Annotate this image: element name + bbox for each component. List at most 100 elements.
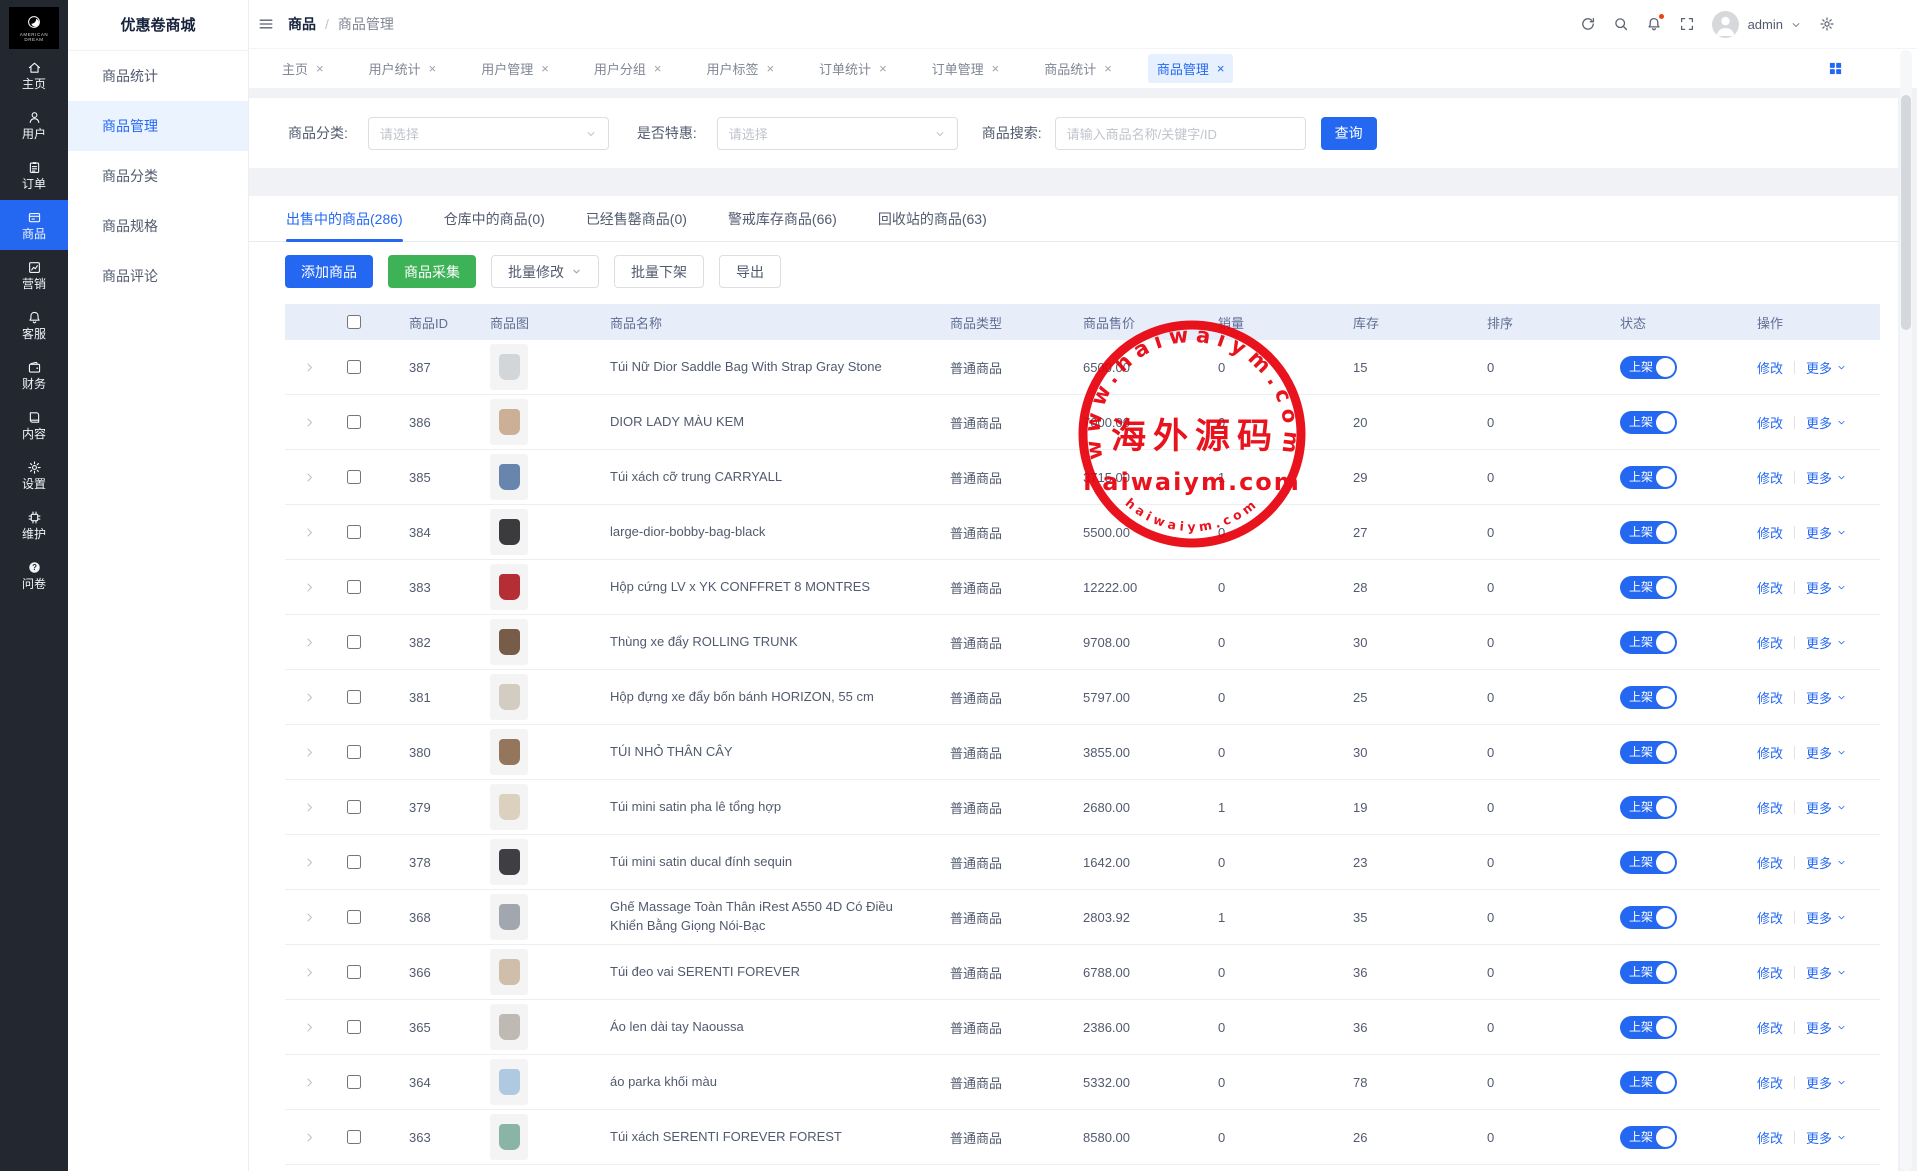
product-thumbnail[interactable] [490,399,528,445]
row-checkbox[interactable] [347,415,361,429]
scrollbar[interactable] [1900,50,1912,1171]
edit-link[interactable]: 修改 [1757,688,1783,707]
row-expand-chevron-right-icon[interactable] [303,856,316,869]
status-toggle[interactable]: 上架 [1620,356,1677,379]
rail-item-products[interactable]: 商品 [0,200,68,250]
add-product-button[interactable]: 添加商品 [285,255,373,288]
product-thumbnail[interactable] [490,619,528,665]
product-thumbnail[interactable] [490,1059,528,1105]
rail-item-home[interactable]: 主页 [0,50,68,100]
status-tab-1[interactable]: 出售中的商品(286) [286,196,403,241]
tab-4[interactable]: 用户分组× [585,54,671,83]
status-toggle[interactable]: 上架 [1620,631,1677,654]
more-link[interactable]: 更多 [1806,798,1847,817]
product-thumbnail[interactable] [490,344,528,390]
more-link[interactable]: 更多 [1806,688,1847,707]
edit-link[interactable]: 修改 [1757,1128,1783,1147]
more-link[interactable]: 更多 [1806,908,1847,927]
status-tab-5[interactable]: 回收站的商品(63) [878,196,987,241]
gear-icon[interactable] [1819,16,1835,32]
edit-link[interactable]: 修改 [1757,743,1783,762]
more-link[interactable]: 更多 [1806,578,1847,597]
more-link[interactable]: 更多 [1806,358,1847,377]
status-toggle[interactable]: 上架 [1620,1126,1677,1149]
tab-2[interactable]: 用户统计× [360,54,446,83]
tab-close-icon[interactable]: × [429,62,437,75]
product-thumbnail[interactable] [490,564,528,610]
edit-link[interactable]: 修改 [1757,798,1783,817]
product-thumbnail[interactable] [490,894,528,940]
more-link[interactable]: 更多 [1806,853,1847,872]
sidebar-item-product-category[interactable]: 商品分类 [68,151,248,201]
product-thumbnail[interactable] [490,949,528,995]
product-thumbnail[interactable] [490,674,528,720]
status-toggle[interactable]: 上架 [1620,576,1677,599]
user-avatar[interactable] [1712,11,1739,38]
rail-item-marketing[interactable]: 营销 [0,250,68,300]
row-checkbox[interactable] [347,1130,361,1144]
edit-link[interactable]: 修改 [1757,908,1783,927]
export-button[interactable]: 导出 [719,255,781,288]
username[interactable]: admin [1748,17,1783,32]
edit-link[interactable]: 修改 [1757,413,1783,432]
edit-link[interactable]: 修改 [1757,578,1783,597]
product-thumbnail[interactable] [490,1114,528,1160]
sidebar-item-product-stats[interactable]: 商品统计 [68,51,248,101]
tab-9[interactable]: 商品管理× [1148,54,1234,83]
row-expand-chevron-right-icon[interactable] [303,1021,316,1034]
edit-link[interactable]: 修改 [1757,468,1783,487]
tab-close-icon[interactable]: × [766,62,774,75]
tab-7[interactable]: 订单管理× [923,54,1009,83]
tab-3[interactable]: 用户管理× [472,54,558,83]
tab-close-icon[interactable]: × [541,62,549,75]
tab-close-icon[interactable]: × [879,62,887,75]
tab-close-icon[interactable]: × [316,62,324,75]
rail-item-settings[interactable]: 设置 [0,450,68,500]
sidebar-item-product-manage[interactable]: 商品管理 [68,101,248,151]
collapse-sidebar-icon[interactable] [258,16,274,32]
brand-logo[interactable]: AMERICAN DREAM [9,7,59,49]
sidebar-item-product-comments[interactable]: 商品评论 [68,251,248,301]
row-expand-chevron-right-icon[interactable] [303,691,316,704]
row-checkbox[interactable] [347,910,361,924]
row-expand-chevron-right-icon[interactable] [303,1076,316,1089]
rail-item-maintenance[interactable]: 维护 [0,500,68,550]
status-toggle[interactable]: 上架 [1620,686,1677,709]
more-link[interactable]: 更多 [1806,413,1847,432]
collect-product-button[interactable]: 商品采集 [388,255,476,288]
more-link[interactable]: 更多 [1806,633,1847,652]
row-expand-chevron-right-icon[interactable] [303,636,316,649]
status-toggle[interactable]: 上架 [1620,1071,1677,1094]
tab-close-icon[interactable]: × [654,62,662,75]
special-select[interactable]: 请选择 [717,117,958,150]
status-toggle[interactable]: 上架 [1620,741,1677,764]
row-checkbox[interactable] [347,965,361,979]
refresh-icon[interactable] [1580,16,1596,32]
rail-item-orders[interactable]: 订单 [0,150,68,200]
status-toggle[interactable]: 上架 [1620,851,1677,874]
more-link[interactable]: 更多 [1806,468,1847,487]
edit-link[interactable]: 修改 [1757,853,1783,872]
edit-link[interactable]: 修改 [1757,633,1783,652]
more-link[interactable]: 更多 [1806,963,1847,982]
product-thumbnail[interactable] [490,1004,528,1050]
status-tab-2[interactable]: 仓库中的商品(0) [444,196,545,241]
status-tab-3[interactable]: 已经售罄商品(0) [586,196,687,241]
notifications-bell-icon[interactable] [1646,16,1662,32]
tab-close-icon[interactable]: × [1217,62,1225,75]
tab-6[interactable]: 订单统计× [810,54,896,83]
row-checkbox[interactable] [347,580,361,594]
status-toggle[interactable]: 上架 [1620,466,1677,489]
edit-link[interactable]: 修改 [1757,358,1783,377]
more-link[interactable]: 更多 [1806,1073,1847,1092]
status-toggle[interactable]: 上架 [1620,796,1677,819]
row-checkbox[interactable] [347,1075,361,1089]
sidebar-item-product-spec[interactable]: 商品规格 [68,201,248,251]
row-checkbox[interactable] [347,1020,361,1034]
rail-item-service[interactable]: 客服 [0,300,68,350]
status-tab-4[interactable]: 警戒库存商品(66) [728,196,837,241]
row-expand-chevron-right-icon[interactable] [303,471,316,484]
tab-8[interactable]: 商品统计× [1035,54,1121,83]
status-toggle[interactable]: 上架 [1620,906,1677,929]
tab-close-icon[interactable]: × [992,62,1000,75]
